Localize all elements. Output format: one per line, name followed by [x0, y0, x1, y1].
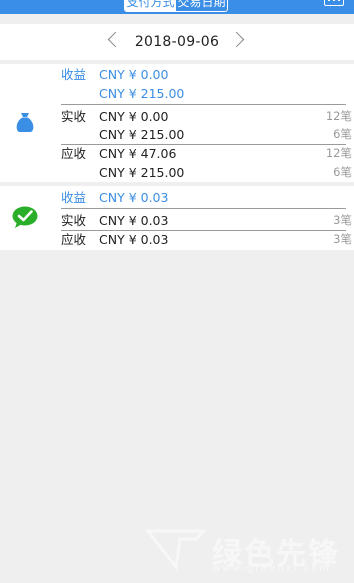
- due-count: 6笔: [333, 165, 352, 179]
- next-date-arrow-icon[interactable]: [228, 31, 245, 48]
- due-label: 应收: [61, 232, 87, 247]
- date-bar: 2018-09-06: [0, 24, 354, 60]
- received-value: CNY ¥ 0.00: [99, 109, 169, 124]
- payment-method-card-cash[interactable]: 收益 CNY ¥ 0.00 CNY ¥ 215.00 实收 CNY ¥ 0.00…: [0, 64, 354, 182]
- due-row: CNY ¥ 215.00 6笔: [61, 163, 354, 182]
- received-count: 12笔: [325, 109, 352, 123]
- divider: [61, 104, 346, 105]
- due-value: CNY ¥ 47.06: [99, 146, 177, 161]
- due-label: 应收: [61, 146, 87, 161]
- received-count: 3笔: [333, 213, 352, 227]
- segment-transaction-date[interactable]: 交易日期: [176, 0, 227, 11]
- income-label: 收益: [61, 190, 87, 205]
- received-row: 实收 CNY ¥ 0.03 3笔: [61, 211, 354, 230]
- due-count: 3笔: [333, 232, 352, 246]
- previous-date-arrow-icon[interactable]: [107, 31, 124, 48]
- watermark-v-icon: [146, 529, 206, 571]
- top-nav-bar: 支付方式 交易日期: [0, 0, 354, 14]
- segmented-control: 支付方式 交易日期: [124, 0, 228, 12]
- income-row: 收益 CNY ¥ 0.03: [61, 188, 354, 207]
- received-row: CNY ¥ 215.00 6笔: [61, 125, 354, 144]
- keyboard-icon[interactable]: [324, 0, 344, 6]
- income-value: CNY ¥ 0.00: [99, 67, 169, 82]
- income-value: CNY ¥ 215.00: [99, 86, 185, 101]
- money-bag-icon: [16, 113, 34, 132]
- current-date: 2018-09-06: [134, 34, 220, 50]
- divider: [61, 208, 346, 209]
- watermark-logo: 绿色先锋 www.greenxf.com: [140, 525, 350, 575]
- income-row: 收益 CNY ¥ 0.00: [61, 65, 354, 84]
- due-row: 应收 CNY ¥ 47.06 12笔: [61, 144, 354, 163]
- income-label: 收益: [61, 67, 87, 82]
- due-value: CNY ¥ 0.03: [99, 232, 169, 247]
- received-label: 实收: [61, 213, 87, 228]
- due-value: CNY ¥ 215.00: [99, 165, 185, 180]
- received-row: 实收 CNY ¥ 0.00 12笔: [61, 107, 354, 126]
- payment-method-card-wechat[interactable]: 收益 CNY ¥ 0.03 实收 CNY ¥ 0.03 3笔 应收 CNY ¥ …: [0, 186, 354, 250]
- income-row: CNY ¥ 215.00: [61, 84, 354, 103]
- received-value: CNY ¥ 0.03: [99, 213, 169, 228]
- received-count: 6笔: [333, 127, 352, 141]
- received-value: CNY ¥ 215.00: [99, 127, 185, 142]
- due-row: 应收 CNY ¥ 0.03 3笔: [61, 230, 354, 249]
- received-label: 实收: [61, 109, 87, 124]
- watermark-url: www.greenxf.com: [212, 563, 331, 574]
- wechat-pay-icon: [12, 206, 38, 228]
- due-count: 12笔: [325, 146, 352, 160]
- segment-payment-method[interactable]: 支付方式: [125, 0, 176, 11]
- income-value: CNY ¥ 0.03: [99, 190, 169, 205]
